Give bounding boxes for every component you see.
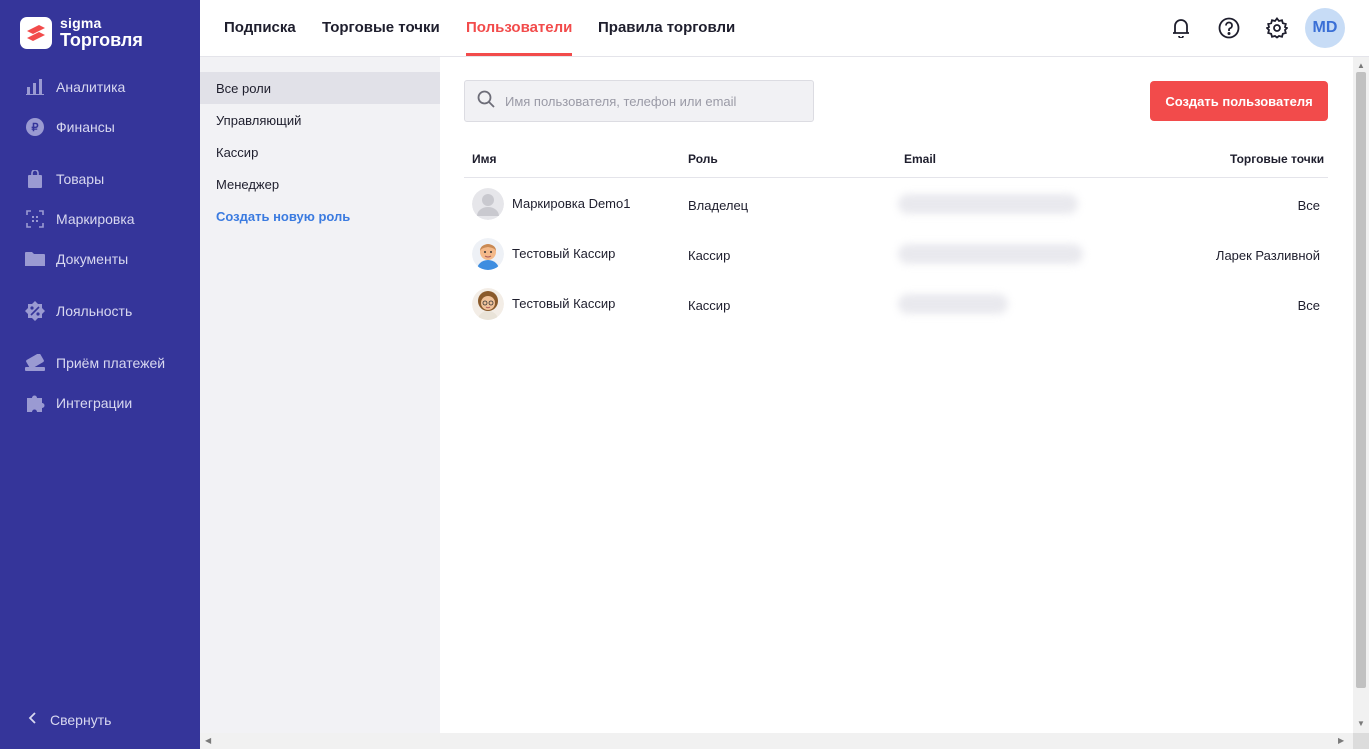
top-navigation: Подписка Торговые точки Пользователи Пра… bbox=[200, 0, 1369, 57]
chevron-left-icon bbox=[28, 711, 36, 729]
column-header-role[interactable]: Роль bbox=[688, 152, 718, 166]
notification-bell-icon[interactable] bbox=[1169, 16, 1193, 40]
user-shops: Все bbox=[1297, 198, 1320, 213]
role-item-manager[interactable]: Менеджер bbox=[200, 168, 440, 200]
puzzle-icon bbox=[24, 393, 46, 413]
bar-chart-icon bbox=[24, 77, 46, 97]
table-row[interactable]: Маркировка Demo1 Владелец Все bbox=[464, 179, 1328, 229]
svg-text:₽: ₽ bbox=[32, 122, 39, 134]
create-user-button[interactable]: Создать пользователя bbox=[1150, 81, 1328, 121]
user-name: Тестовый Кассир bbox=[512, 246, 616, 261]
sidebar-item-label: Интеграции bbox=[56, 395, 133, 411]
roles-panel: Все роли Управляющий Кассир Менеджер Соз… bbox=[200, 57, 440, 749]
sigma-logo-icon bbox=[20, 16, 52, 49]
sidebar-item-label: Маркировка bbox=[56, 211, 135, 227]
scrollbar-corner bbox=[1353, 733, 1369, 749]
sidebar-item-payments[interactable]: Приём платежей bbox=[24, 353, 165, 373]
tab-shops[interactable]: Торговые точки bbox=[322, 19, 440, 56]
horizontal-scrollbar[interactable]: ◀ ▶ bbox=[200, 733, 1353, 749]
user-avatar[interactable]: MD bbox=[1305, 8, 1345, 48]
sidebar-item-label: Документы bbox=[56, 251, 129, 267]
scroll-down-arrow-icon[interactable]: ▼ bbox=[1357, 719, 1365, 728]
sidebar-item-label: Приём платежей bbox=[56, 355, 166, 371]
user-shops: Все bbox=[1297, 298, 1320, 313]
ruble-coin-icon: ₽ bbox=[24, 117, 46, 137]
sidebar-item-analytics[interactable]: Аналитика bbox=[24, 77, 125, 97]
collapse-sidebar-button[interactable]: Свернуть bbox=[28, 711, 111, 729]
table-row[interactable]: Тестовый Кассир Кассир Все bbox=[464, 279, 1328, 329]
user-email-redacted bbox=[898, 194, 1078, 214]
folder-icon bbox=[24, 249, 46, 269]
percent-badge-icon bbox=[24, 301, 46, 321]
sidebar-item-documents[interactable]: Документы bbox=[24, 249, 128, 269]
sidebar-item-label: Товары bbox=[56, 171, 105, 187]
vertical-scrollbar[interactable]: ▲ ▼ bbox=[1353, 57, 1369, 733]
column-header-email[interactable]: Email bbox=[904, 152, 936, 166]
shopping-bag-icon bbox=[24, 169, 46, 189]
sidebar-item-label: Финансы bbox=[56, 119, 115, 135]
tab-trade-rules[interactable]: Правила торговли bbox=[598, 19, 735, 56]
bald-man-avatar-icon bbox=[472, 238, 504, 270]
sidebar-item-loyalty[interactable]: Лояльность bbox=[24, 301, 132, 321]
user-role: Кассир bbox=[688, 248, 731, 263]
sidebar: sigma Торговля Аналитика ₽ Финансы Товар… bbox=[0, 0, 200, 749]
placeholder-avatar-icon bbox=[472, 188, 504, 220]
role-item-cashier[interactable]: Кассир bbox=[200, 136, 440, 168]
table-header-divider bbox=[464, 177, 1328, 178]
scroll-up-arrow-icon[interactable]: ▲ bbox=[1357, 61, 1365, 70]
column-header-shops[interactable]: Торговые точки bbox=[1230, 152, 1324, 166]
role-item-all[interactable]: Все роли bbox=[200, 72, 440, 104]
scroll-right-arrow-icon[interactable]: ▶ bbox=[1338, 736, 1344, 745]
vertical-scroll-thumb[interactable] bbox=[1356, 72, 1366, 688]
table-row[interactable]: Тестовый Кассир Кассир Ларек Разливной bbox=[464, 229, 1328, 279]
search-icon bbox=[477, 90, 495, 113]
user-role: Кассир bbox=[688, 298, 731, 313]
payment-card-icon bbox=[24, 353, 46, 373]
role-item-manager-lead[interactable]: Управляющий bbox=[200, 104, 440, 136]
gear-icon[interactable] bbox=[1265, 16, 1289, 40]
datamatrix-scan-icon bbox=[24, 209, 46, 229]
sidebar-item-finance[interactable]: ₽ Финансы bbox=[24, 117, 115, 137]
user-role: Владелец bbox=[688, 198, 749, 213]
curly-woman-avatar-icon bbox=[472, 288, 504, 320]
scroll-left-arrow-icon[interactable]: ◀ bbox=[205, 736, 211, 745]
sidebar-item-label: Аналитика bbox=[56, 79, 126, 95]
collapse-label: Свернуть bbox=[50, 712, 112, 728]
sidebar-item-products[interactable]: Товары bbox=[24, 169, 104, 189]
create-role-link[interactable]: Создать новую роль bbox=[200, 200, 440, 232]
logo[interactable]: sigma Торговля bbox=[20, 16, 143, 49]
column-header-name[interactable]: Имя bbox=[472, 152, 497, 166]
help-icon[interactable] bbox=[1217, 16, 1241, 40]
sidebar-item-integrations[interactable]: Интеграции bbox=[24, 393, 132, 413]
tab-subscription[interactable]: Подписка bbox=[224, 19, 296, 56]
sidebar-item-marking[interactable]: Маркировка bbox=[24, 209, 135, 229]
tab-users[interactable]: Пользователи bbox=[466, 19, 573, 56]
user-email-redacted bbox=[898, 294, 1008, 314]
product-name: Торговля bbox=[60, 30, 143, 50]
search-box[interactable] bbox=[464, 80, 814, 122]
user-shops: Ларек Разливной bbox=[1215, 248, 1320, 263]
user-email-redacted bbox=[898, 244, 1083, 264]
user-name: Тестовый Кассир bbox=[512, 296, 616, 311]
search-input[interactable] bbox=[503, 92, 793, 110]
user-name: Маркировка Demo1 bbox=[512, 196, 631, 211]
users-content: Создать пользователя Имя Роль Email Торг… bbox=[440, 57, 1353, 733]
sidebar-item-label: Лояльность bbox=[56, 303, 133, 319]
brand-name: sigma bbox=[60, 15, 102, 31]
